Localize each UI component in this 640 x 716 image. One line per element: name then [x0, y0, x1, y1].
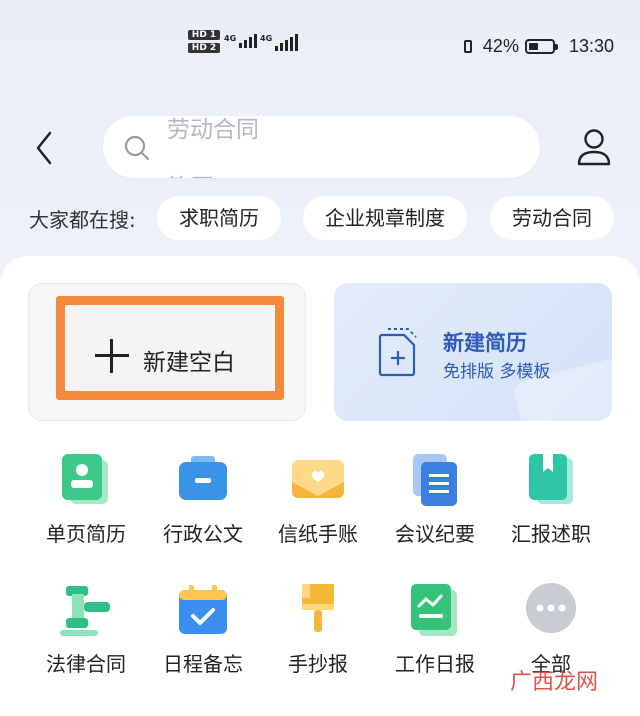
sim-indicators: HD 1 HD 2: [188, 30, 222, 56]
notes-stack-icon: [413, 454, 457, 506]
new-blank-label: 新建空白: [143, 350, 235, 376]
tool-administrative-document[interactable]: 行政公文: [148, 452, 258, 562]
search-icon: [124, 135, 150, 161]
tool-schedule-memo[interactable]: 日程备忘: [148, 582, 258, 692]
tool-meeting-minutes[interactable]: 会议纪要: [380, 452, 490, 562]
tool-handwritten-poster[interactable]: 手抄报: [263, 582, 373, 692]
search-placeholder-next: 简历: [167, 168, 213, 178]
sim1-label: HD 1: [188, 30, 220, 40]
network-type-2: 4G: [260, 34, 273, 43]
chart-report-icon: [411, 584, 457, 636]
hot-search-chip[interactable]: 企业规章制度: [303, 196, 467, 240]
bookmark-book-icon: [529, 454, 573, 504]
new-resume-card[interactable]: 新建简历 免排版 多模板: [334, 283, 612, 421]
battery-percent: 42%: [482, 36, 519, 56]
chevron-left-icon: [36, 131, 52, 165]
user-profile-button[interactable]: [574, 126, 614, 170]
tool-label: 汇报述职: [511, 522, 591, 546]
status-right-group: 42% 13:30: [459, 36, 614, 57]
hot-search-label: 大家都在搜:: [29, 208, 136, 232]
tool-work-report[interactable]: 汇报述职: [496, 452, 606, 562]
search-placeholder-current: 劳动合同: [167, 117, 259, 143]
tool-single-page-resume[interactable]: 单页简历: [31, 452, 141, 562]
tool-label: 工作日报: [395, 652, 475, 676]
calendar-check-icon: [179, 585, 227, 634]
new-resume-title: 新建简历: [443, 331, 527, 355]
plus-icon: [95, 339, 129, 373]
new-blank-button[interactable]: 新建空白: [56, 296, 284, 400]
watermark-text: 广西龙网: [510, 670, 599, 695]
hot-search-chip[interactable]: 劳动合同: [490, 196, 614, 240]
signal-1-icon: 4G: [224, 34, 258, 48]
battery-icon: [524, 39, 558, 54]
tool-label: 会议纪要: [395, 522, 475, 546]
status-bar: HD 1 HD 2 4G 4G 42% 13:30: [0, 0, 640, 90]
tool-label: 单页简历: [46, 522, 126, 546]
hot-search-chip[interactable]: 求职简历: [157, 196, 281, 240]
tool-label: 行政公文: [163, 522, 243, 546]
search-input[interactable]: 劳动合同 简历: [103, 116, 540, 178]
tool-label: 信纸手账: [278, 522, 358, 546]
new-document-icon: [378, 328, 417, 377]
vibrate-icon: [459, 38, 477, 56]
network-type-1: 4G: [224, 34, 237, 43]
battery-fill: [528, 43, 538, 50]
tool-label: 手抄报: [288, 652, 348, 676]
briefcase-icon: [179, 456, 227, 500]
watermark: 广西龙网: [510, 664, 598, 696]
more-dots-icon: [526, 583, 576, 633]
paint-brush-icon: [302, 584, 334, 632]
tool-letter-journal[interactable]: 信纸手账: [263, 452, 373, 562]
profile-card-icon: [62, 454, 108, 504]
signal-2-icon: 4G: [260, 34, 299, 51]
new-resume-subtitle: 免排版 多模板: [443, 362, 551, 382]
tool-daily-work-report[interactable]: 工作日报: [380, 582, 490, 692]
back-button[interactable]: [28, 128, 62, 168]
sim2-label: HD 2: [188, 43, 220, 53]
user-icon: [577, 129, 611, 166]
gavel-icon: [60, 586, 110, 636]
tool-label: 法律合同: [46, 652, 126, 676]
clock: 13:30: [568, 36, 614, 56]
envelope-heart-icon: [292, 460, 344, 498]
tool-legal-contract[interactable]: 法律合同: [31, 582, 141, 692]
tool-label: 日程备忘: [163, 652, 243, 676]
